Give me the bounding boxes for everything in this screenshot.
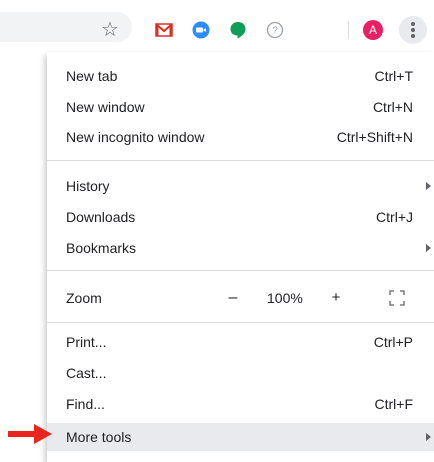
menu-divider bbox=[47, 160, 434, 161]
hangouts-icon[interactable] bbox=[229, 21, 247, 39]
menu-item-more-tools[interactable]: More tools bbox=[47, 423, 434, 451]
svg-text:?: ? bbox=[272, 26, 278, 37]
menu-item-label: History bbox=[66, 178, 110, 194]
menu-item-shortcut: Ctrl+Shift+N bbox=[336, 129, 413, 145]
toolbar-separator bbox=[348, 21, 349, 39]
submenu-arrow-icon bbox=[426, 182, 431, 190]
gmail-icon[interactable] bbox=[155, 21, 173, 39]
zoom-level: 100% bbox=[267, 290, 303, 306]
menu-item-label: Print... bbox=[66, 334, 107, 350]
kebab-menu-icon[interactable] bbox=[399, 16, 427, 44]
fullscreen-icon[interactable] bbox=[389, 290, 405, 306]
menu-item-downloads[interactable]: Downloads Ctrl+J bbox=[47, 203, 434, 231]
red-arrow-icon bbox=[8, 424, 52, 444]
menu-item-new-incognito-window[interactable]: New incognito window Ctrl+Shift+N bbox=[47, 123, 434, 151]
menu-item-cast[interactable]: Cast... bbox=[47, 359, 434, 387]
menu-item-history[interactable]: History bbox=[47, 172, 434, 200]
menu-item-label: Find... bbox=[66, 396, 105, 412]
star-icon[interactable]: ☆ bbox=[101, 20, 119, 40]
menu-item-label: More tools bbox=[66, 429, 132, 445]
menu-item-zoom: Zoom – 100% + bbox=[47, 284, 434, 312]
help-icon[interactable]: ? bbox=[266, 21, 284, 39]
menu-item-shortcut: Ctrl+P bbox=[373, 334, 413, 350]
menu-item-label: New tab bbox=[66, 68, 118, 84]
menu-item-bookmarks[interactable]: Bookmarks bbox=[47, 234, 434, 262]
submenu-arrow-icon bbox=[426, 433, 431, 441]
zoom-out-button[interactable]: – bbox=[227, 284, 239, 312]
menu-item-find[interactable]: Find... Ctrl+F bbox=[47, 390, 434, 418]
menu-item-shortcut: Ctrl+J bbox=[376, 209, 413, 225]
menu-item-label: Downloads bbox=[66, 209, 136, 225]
browser-toolbar: ☆ ? A bbox=[0, 0, 434, 52]
menu-item-shortcut: Ctrl+T bbox=[374, 68, 414, 84]
menu-divider bbox=[47, 322, 434, 323]
menu-item-label: Bookmarks bbox=[66, 240, 137, 256]
menu-item-new-tab[interactable]: New tab Ctrl+T bbox=[47, 62, 434, 90]
zoom-icon[interactable] bbox=[192, 21, 210, 39]
profile-avatar[interactable]: A bbox=[363, 20, 383, 40]
menu-item-print[interactable]: Print... Ctrl+P bbox=[47, 328, 434, 356]
menu-item-shortcut: Ctrl+F bbox=[374, 396, 414, 412]
menu-item-label: Cast... bbox=[66, 365, 107, 381]
zoom-label: Zoom bbox=[66, 290, 102, 306]
menu-item-label: New window bbox=[66, 99, 145, 115]
menu-item-shortcut: Ctrl+N bbox=[372, 99, 413, 115]
menu-divider bbox=[47, 270, 434, 271]
zoom-in-button[interactable]: + bbox=[330, 284, 342, 312]
chrome-main-menu: New tab Ctrl+T New window Ctrl+N New inc… bbox=[47, 52, 434, 462]
submenu-arrow-icon bbox=[426, 244, 431, 252]
menu-item-label: New incognito window bbox=[66, 129, 205, 145]
menu-item-new-window[interactable]: New window Ctrl+N bbox=[47, 93, 434, 121]
